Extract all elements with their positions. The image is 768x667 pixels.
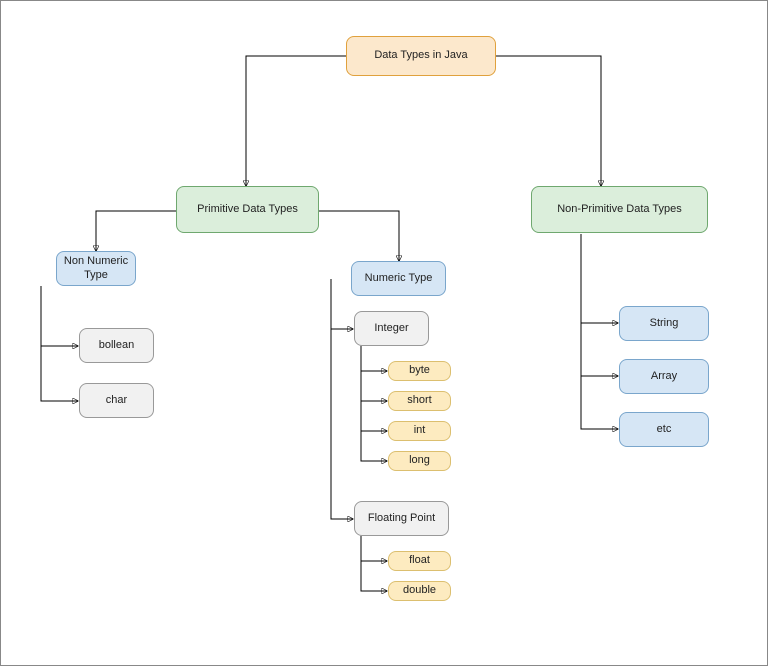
node-etc: etc: [619, 412, 709, 447]
node-nonprimitive: Non-Primitive Data Types: [531, 186, 708, 233]
node-array: Array: [619, 359, 709, 394]
node-nonnumeric: Non Numeric Type: [56, 251, 136, 286]
node-numeric: Numeric Type: [351, 261, 446, 296]
node-long: long: [388, 451, 451, 471]
node-int: int: [388, 421, 451, 441]
node-boolean: bollean: [79, 328, 154, 363]
node-root: Data Types in Java: [346, 36, 496, 76]
node-byte: byte: [388, 361, 451, 381]
node-integer: Integer: [354, 311, 429, 346]
node-short: short: [388, 391, 451, 411]
node-char: char: [79, 383, 154, 418]
node-float: float: [388, 551, 451, 571]
node-primitive: Primitive Data Types: [176, 186, 319, 233]
node-string: String: [619, 306, 709, 341]
node-double: double: [388, 581, 451, 601]
diagram-canvas: Data Types in Java Primitive Data Types …: [0, 0, 768, 666]
node-floating: Floating Point: [354, 501, 449, 536]
